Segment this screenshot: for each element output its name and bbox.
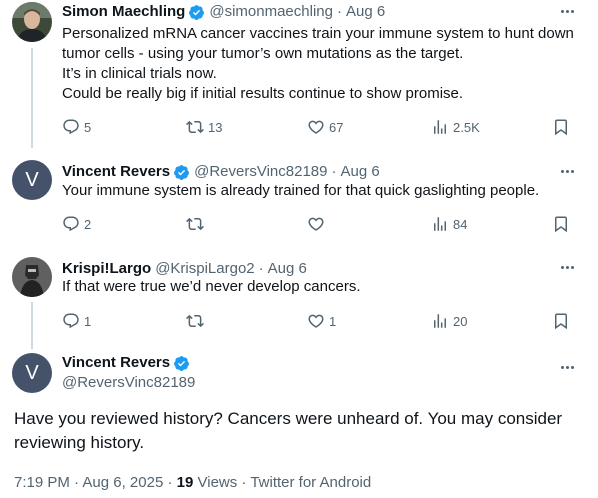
reply-icon bbox=[63, 313, 79, 329]
views-chart-icon bbox=[434, 217, 446, 231]
repost-button[interactable]: 13 bbox=[186, 117, 222, 137]
more-options-icon[interactable] bbox=[558, 162, 576, 180]
bookmark-icon bbox=[555, 216, 567, 233]
tweet-time[interactable]: 7:19 PM bbox=[14, 474, 70, 491]
more-options-icon[interactable] bbox=[558, 2, 576, 20]
tweet-krispi-largo[interactable]: Krispi!Largo @KrispiLargo2 · Aug 6 If th… bbox=[0, 257, 598, 349]
repost-icon bbox=[186, 120, 204, 134]
bookmark-button[interactable] bbox=[552, 311, 570, 331]
tweet-meta: 7:19 PM · Aug 6, 2025 · 19 Views · Twitt… bbox=[14, 474, 372, 491]
bookmark-icon bbox=[555, 119, 567, 136]
tweet-vincent-revers-reply[interactable]: V Vincent Revers @ReversVinc82189 · Aug … bbox=[0, 160, 598, 248]
views-count: 84 bbox=[453, 216, 468, 232]
views-count: 2.5K bbox=[453, 119, 480, 135]
avatar-vincent-revers-main[interactable]: V bbox=[12, 353, 52, 393]
reply-icon bbox=[63, 216, 79, 232]
avatar-krispi-largo[interactable] bbox=[12, 257, 52, 297]
reply-icon bbox=[63, 119, 79, 135]
main-tweet-text: Have you reviewed history? Cancers were … bbox=[14, 409, 563, 452]
author-name[interactable]: Krispi!Largo bbox=[62, 260, 151, 278]
repost-button[interactable] bbox=[186, 311, 208, 331]
repost-icon bbox=[186, 217, 204, 231]
tweet-source[interactable]: Twitter for Android bbox=[250, 474, 371, 491]
views-button[interactable]: 84 bbox=[431, 214, 467, 234]
views-count: 19 bbox=[176, 474, 194, 491]
tweet-date[interactable]: Aug 6, 2025 bbox=[82, 474, 163, 491]
tweet-text: Your immune system is already trained fo… bbox=[62, 182, 540, 199]
avatar-simon-maechling[interactable] bbox=[12, 2, 52, 42]
reply-button[interactable]: 2 bbox=[62, 214, 91, 234]
reply-count: 1 bbox=[84, 313, 92, 329]
bookmark-icon bbox=[555, 313, 567, 330]
bookmark-button[interactable] bbox=[552, 117, 570, 137]
author-name[interactable]: Vincent Revers bbox=[62, 163, 170, 181]
avatar-vincent-revers[interactable]: V bbox=[12, 160, 52, 200]
tweet-date[interactable]: Aug 6 bbox=[346, 3, 385, 21]
tweet-text: Personalized mRNA cancer vaccines train … bbox=[62, 25, 574, 102]
views-chart-icon bbox=[434, 120, 446, 134]
author-handle[interactable]: @ReversVinc82189 bbox=[62, 374, 195, 392]
repost-button[interactable] bbox=[186, 214, 208, 234]
reply-count: 2 bbox=[84, 216, 92, 232]
repost-count: 13 bbox=[208, 119, 223, 135]
like-count: 67 bbox=[329, 119, 344, 135]
heart-icon bbox=[308, 217, 324, 231]
author-name[interactable]: Simon Maechling bbox=[62, 3, 185, 21]
tweet-actions: 5 13 67 2.5K bbox=[62, 117, 582, 137]
reply-button[interactable]: 1 bbox=[62, 311, 91, 331]
like-button[interactable]: 1 bbox=[307, 311, 336, 331]
heart-icon bbox=[308, 314, 324, 328]
more-options-icon[interactable] bbox=[558, 358, 576, 376]
bookmark-button[interactable] bbox=[552, 214, 570, 234]
heart-icon bbox=[308, 120, 324, 134]
reply-button[interactable]: 5 bbox=[62, 117, 91, 137]
author-name[interactable]: Vincent Revers bbox=[62, 354, 170, 372]
like-button[interactable]: 67 bbox=[307, 117, 343, 137]
verified-badge-icon bbox=[174, 355, 190, 371]
views-label: Views bbox=[197, 474, 238, 491]
views-count: 20 bbox=[453, 313, 468, 329]
like-count: 1 bbox=[329, 313, 337, 329]
author-handle[interactable]: @KrispiLargo2 bbox=[155, 260, 254, 278]
reply-count: 5 bbox=[84, 119, 92, 135]
tweet-date[interactable]: Aug 6 bbox=[340, 163, 379, 181]
tweet-actions: 2 84 bbox=[62, 214, 582, 234]
views-button[interactable]: 20 bbox=[431, 311, 467, 331]
views-button[interactable]: 2.5K bbox=[431, 117, 480, 137]
tweet-actions: 1 1 20 bbox=[62, 311, 582, 331]
tweet-simon-maechling[interactable]: Simon Maechling @simonmaechling · Aug 6 … bbox=[0, 0, 598, 148]
like-button[interactable] bbox=[307, 214, 329, 234]
views-chart-icon bbox=[434, 314, 446, 328]
author-handle[interactable]: @simonmaechling bbox=[209, 3, 333, 21]
repost-icon bbox=[186, 314, 204, 328]
main-author: Vincent Revers bbox=[62, 354, 190, 372]
author-handle[interactable]: @ReversVinc82189 bbox=[194, 163, 327, 181]
more-options-icon[interactable] bbox=[558, 258, 576, 276]
verified-badge-icon bbox=[174, 164, 190, 180]
tweet-text: If that were true we’d never develop can… bbox=[62, 278, 361, 295]
verified-badge-icon bbox=[189, 4, 205, 20]
tweet-date[interactable]: Aug 6 bbox=[268, 260, 307, 278]
